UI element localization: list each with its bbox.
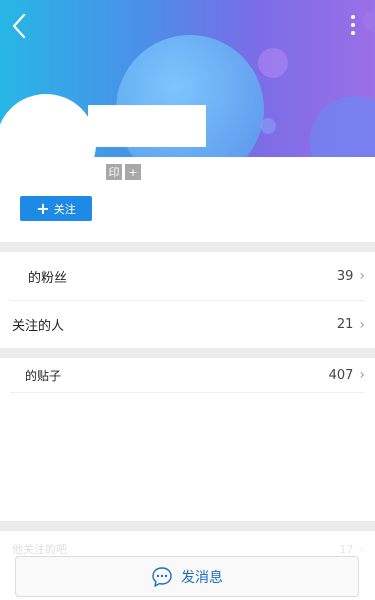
row-divider — [10, 392, 365, 393]
send-message-button[interactable]: 发消息 — [15, 556, 359, 597]
row-count: 21 — [336, 317, 354, 332]
row-count: 17 — [339, 542, 354, 556]
row-label: 关注的人 — [12, 319, 65, 334]
plus-icon: + — [36, 198, 50, 218]
seal-tag: 印 — [106, 164, 122, 180]
decorative-bubble — [310, 96, 375, 157]
plus-tag: + — [125, 164, 141, 180]
chevron-right-icon: › — [359, 541, 365, 557]
section-separator — [0, 348, 375, 358]
row-label: 的粉丝 — [28, 270, 68, 286]
decorative-bubble — [258, 48, 288, 78]
section-separator — [0, 242, 375, 252]
row-count: 39 — [336, 268, 354, 284]
row-count: 407 — [328, 367, 354, 383]
row-following[interactable]: 关注的人 21 › — [0, 301, 375, 348]
row-label: 的贴子 — [25, 368, 62, 383]
decorative-bubble — [363, 10, 375, 32]
decorative-bubble — [260, 118, 276, 134]
chat-bubble-icon — [151, 566, 173, 588]
avatar[interactable] — [0, 94, 96, 194]
username-block — [88, 105, 206, 147]
chevron-right-icon: › — [359, 367, 365, 383]
chevron-right-icon: › — [359, 316, 365, 333]
user-tags: 印 + — [106, 164, 141, 180]
chevron-right-icon: › — [359, 268, 365, 284]
more-options-icon[interactable] — [346, 14, 360, 36]
section-separator — [0, 521, 375, 531]
row-fans[interactable]: 的粉丝 39 › — [0, 252, 375, 300]
back-icon[interactable] — [8, 12, 30, 40]
row-posts[interactable]: 的贴子 407 › — [0, 358, 375, 392]
send-message-label: 发消息 — [181, 569, 223, 586]
row-label: 他关注的吧 — [12, 543, 67, 556]
follow-button[interactable]: + 关注 — [20, 196, 92, 221]
follow-label: 关注 — [53, 202, 76, 216]
